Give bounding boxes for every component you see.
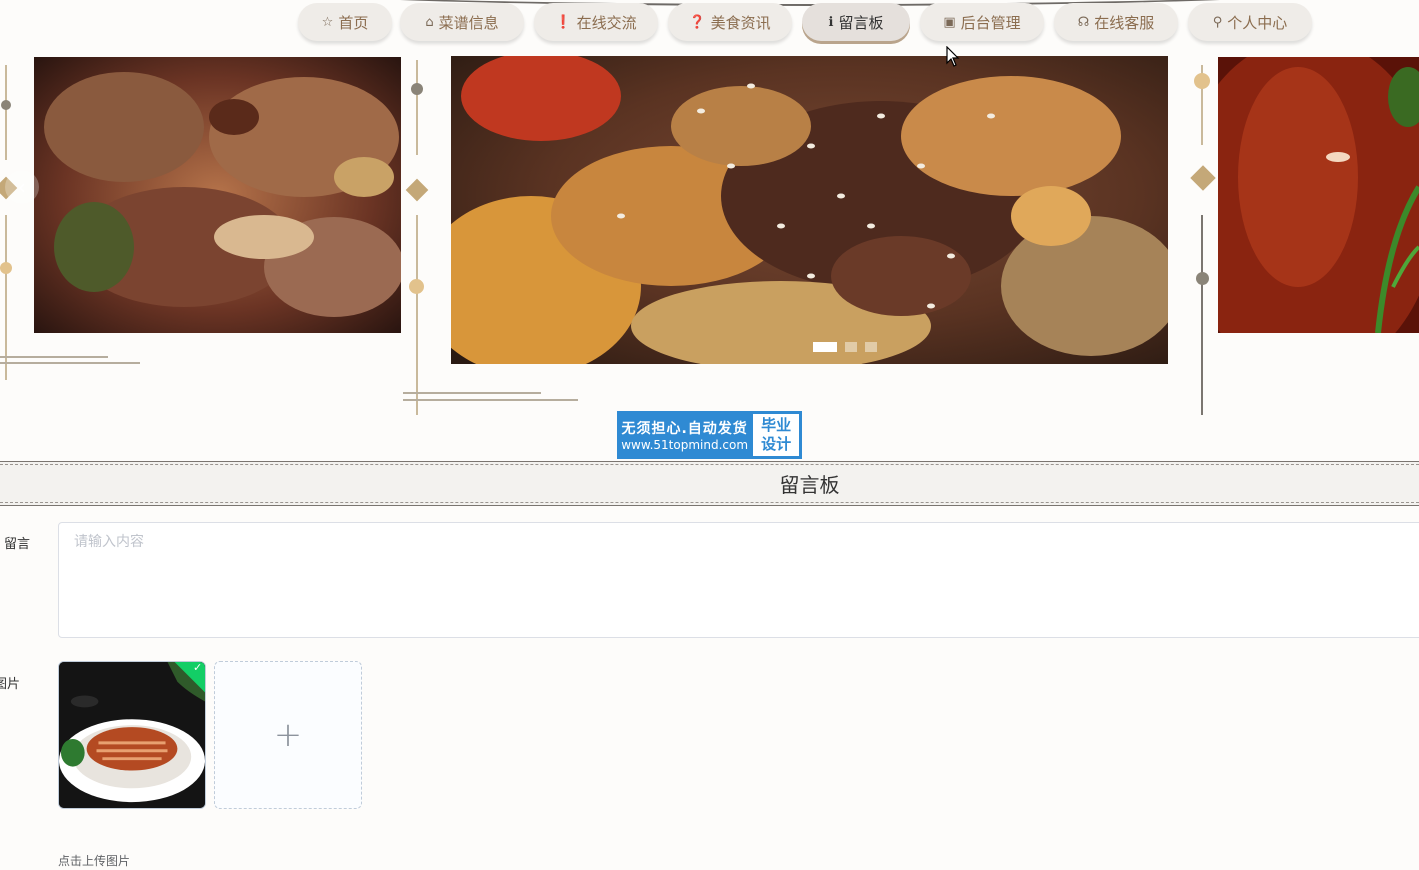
- question-icon: ❓: [689, 14, 706, 30]
- info-icon: ℹ: [828, 14, 834, 30]
- carousel-indicators: [813, 342, 877, 352]
- food-image: [451, 56, 1168, 364]
- nav-item-label: 个人中心: [1227, 13, 1288, 32]
- food-image: [34, 57, 401, 333]
- watermark-line2: www.51topmind.com: [621, 438, 749, 452]
- nav-item-label: 首页: [338, 13, 369, 32]
- carousel-indicator[interactable]: [845, 342, 857, 352]
- nav-item-messageboard[interactable]: ℹ 留言板: [802, 3, 910, 41]
- nav-item-forum[interactable]: ❗ 在线交流: [534, 3, 658, 41]
- nav-item-service[interactable]: ☊ 在线客服: [1054, 3, 1178, 41]
- gift-icon: ▣: [943, 14, 956, 30]
- page-title: 留言板: [779, 473, 840, 497]
- decor-dot: [0, 262, 12, 274]
- nav-item-profile[interactable]: ⚲ 个人中心: [1188, 3, 1312, 41]
- carousel-slide-active[interactable]: [451, 56, 1168, 364]
- decor-line: [0, 356, 108, 358]
- upload-add-button[interactable]: +: [214, 661, 362, 809]
- carousel-indicator[interactable]: [813, 342, 837, 352]
- decor-dot: [411, 83, 423, 95]
- bag-icon: ⌂: [425, 14, 434, 30]
- decor-line: [403, 392, 541, 394]
- watermark-left: 无须担心.自动发货 www.51topmind.com: [618, 412, 751, 458]
- food-image: [1218, 57, 1419, 333]
- decor-diamond: [405, 178, 429, 202]
- headset-icon: ☊: [1077, 14, 1090, 30]
- decor-dot: [409, 279, 424, 294]
- carousel-prev-arrow[interactable]: ‹: [5, 170, 39, 204]
- watermark-badge: 无须担心.自动发货 www.51topmind.com 毕业 设计: [617, 411, 802, 459]
- watermark-right1: 毕业: [761, 416, 792, 434]
- star-icon: ☆: [321, 14, 334, 30]
- nav-item-label: 后台管理: [960, 13, 1021, 32]
- check-icon: ✓: [193, 661, 203, 674]
- nav-item-home[interactable]: ☆ 首页: [298, 3, 392, 41]
- nav-item-label: 菜谱信息: [438, 13, 499, 32]
- user-icon: ⚲: [1212, 14, 1223, 30]
- section-title-bar: 留言板: [0, 461, 1419, 506]
- decor-line: [403, 399, 578, 401]
- mouse-cursor-icon: [946, 46, 960, 67]
- nav-item-news[interactable]: ❓ 美食资讯: [668, 3, 792, 41]
- food-image: [59, 662, 205, 808]
- decor-line: [5, 65, 7, 160]
- watermark-right2: 设计: [761, 435, 792, 453]
- watermark-right: 毕业 设计: [753, 414, 799, 456]
- decor-dot: [1196, 272, 1209, 285]
- nav-item-admin[interactable]: ▣ 后台管理: [920, 3, 1044, 41]
- watermark-line1: 无须担心.自动发货: [621, 421, 748, 437]
- carousel-slide-prev[interactable]: [34, 57, 401, 333]
- exclamation-icon: ❗: [555, 14, 572, 30]
- carousel-slide-next[interactable]: [1218, 57, 1419, 333]
- nav-item-label: 在线交流: [576, 13, 637, 32]
- nav-item-label: 留言板: [838, 13, 884, 32]
- nav-item-label: 在线客服: [1094, 13, 1155, 32]
- uploaded-image-thumbnail[interactable]: ✓: [58, 661, 206, 809]
- carousel-indicator[interactable]: [865, 342, 877, 352]
- message-label: 留言: [4, 537, 31, 552]
- decor-line: [416, 60, 418, 155]
- nav-item-label: 美食资讯: [710, 13, 771, 32]
- decor-diamond: [1190, 165, 1216, 191]
- decor-dot: [1194, 73, 1210, 89]
- image-label: 图片: [0, 677, 21, 692]
- decor-line: [1201, 215, 1203, 415]
- decor-line: [416, 215, 418, 415]
- message-textarea[interactable]: [58, 522, 1419, 638]
- plus-icon: +: [273, 715, 303, 755]
- decor-dot: [1, 100, 11, 110]
- upload-tip: 点击上传图片: [58, 854, 131, 868]
- decor-line: [0, 362, 140, 364]
- nav-item-recipes[interactable]: ⌂ 菜谱信息: [400, 3, 524, 41]
- top-nav: ☆ 首页 ⌂ 菜谱信息 ❗ 在线交流 ❓ 美食资讯 ℹ 留言板 ▣ 后台管理 ☊…: [0, 0, 1419, 50]
